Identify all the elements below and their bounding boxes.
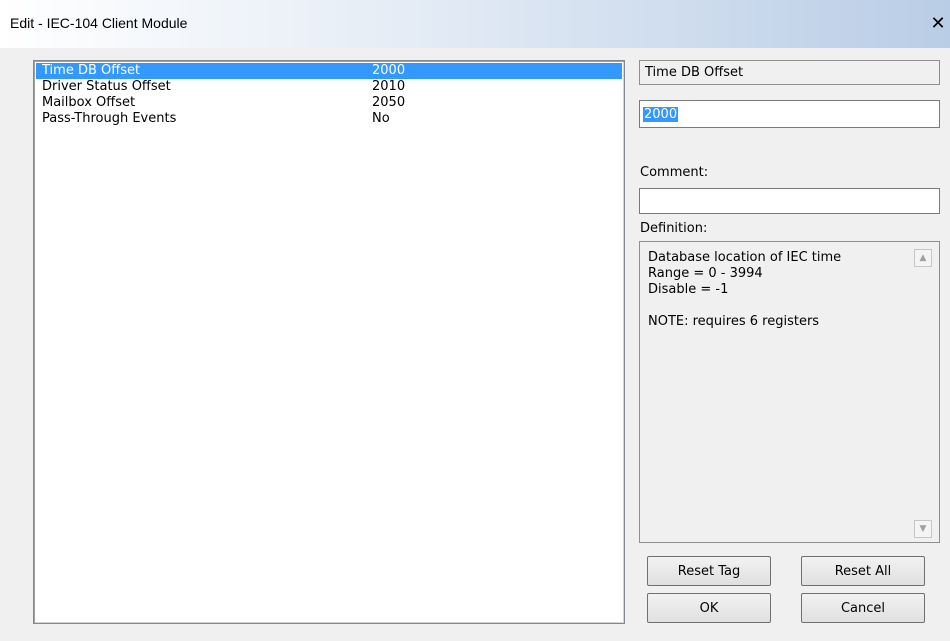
dialog-body: Time DB Offset 2000 Driver Status Offset… — [0, 48, 950, 641]
definition-text: Database location of IEC time Range = 0 … — [648, 250, 842, 329]
definition-box: Database location of IEC time Range = 0 … — [639, 241, 940, 543]
param-name: Time DB Offset — [42, 63, 141, 78]
window-title: Edit - IEC-104 Client Module — [10, 15, 188, 31]
list-item[interactable]: Mailbox Offset 2050 — [36, 95, 622, 111]
param-value: 2050 — [372, 95, 406, 110]
param-name: Mailbox Offset — [42, 95, 136, 110]
list-item[interactable]: Pass-Through Events No — [36, 111, 622, 127]
comment-input[interactable] — [639, 188, 940, 214]
close-icon[interactable]: ✕ — [929, 14, 947, 34]
param-name: Driver Status Offset — [42, 79, 171, 94]
param-name: Pass-Through Events — [42, 111, 177, 126]
value-input[interactable]: 2000 — [639, 100, 940, 128]
field-name-display: Time DB Offset — [639, 60, 940, 85]
param-value: 2000 — [372, 63, 406, 78]
title-bar: Edit - IEC-104 Client Module ✕ — [0, 0, 950, 48]
list-item[interactable]: Driver Status Offset 2010 — [36, 79, 622, 95]
definition-label: Definition: — [640, 221, 708, 236]
ok-button[interactable]: OK — [647, 593, 771, 623]
scroll-down-icon[interactable]: ▼ — [914, 520, 932, 538]
list-item[interactable]: Time DB Offset 2000 — [36, 63, 622, 79]
param-value: No — [372, 111, 390, 126]
scroll-up-icon[interactable]: ▲ — [914, 249, 932, 267]
cancel-button[interactable]: Cancel — [801, 593, 925, 623]
comment-label: Comment: — [640, 165, 709, 180]
value-text: 2000 — [643, 107, 679, 122]
parameter-list[interactable]: Time DB Offset 2000 Driver Status Offset… — [33, 60, 625, 624]
reset-tag-button[interactable]: Reset Tag — [647, 556, 771, 586]
param-value: 2010 — [372, 79, 406, 94]
reset-all-button[interactable]: Reset All — [801, 556, 925, 586]
